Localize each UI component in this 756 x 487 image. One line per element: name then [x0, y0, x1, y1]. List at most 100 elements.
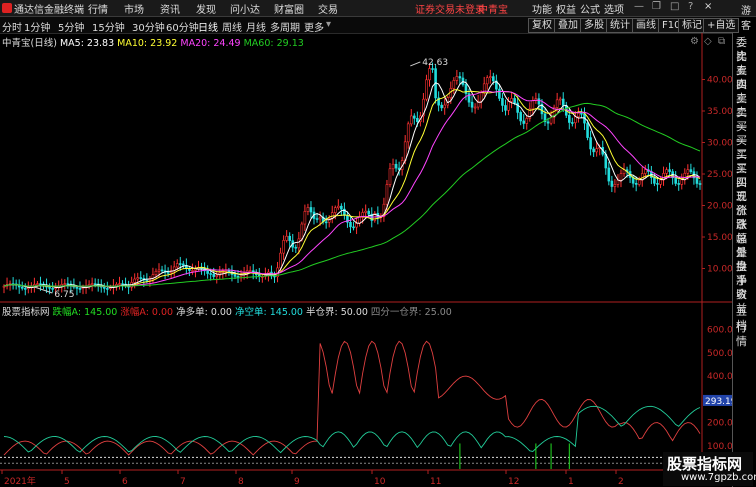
minimize-icon[interactable]: —: [634, 1, 644, 12]
menu-options[interactable]: 选项: [604, 1, 624, 16]
candle-body: [333, 207, 337, 213]
candle-body: [36, 283, 39, 285]
stock-name-header: 中青宝: [478, 5, 508, 16]
indicator-legend-item-4: 半仓界: 50.00: [302, 307, 368, 318]
period-15min[interactable]: 15分钟: [92, 19, 125, 34]
help-icon[interactable]: ?: [688, 1, 693, 12]
candle-body: [501, 98, 504, 106]
candle-body: [355, 223, 358, 228]
candle-body: [586, 122, 589, 138]
period-weekly[interactable]: 周线: [222, 19, 242, 34]
ma-legend-item-2: MA20: 24.49: [177, 38, 241, 49]
candle-body: [455, 76, 459, 81]
date-label-4: 8: [238, 477, 244, 487]
candle-body: [498, 88, 501, 99]
ma-legend-item-3: MA60: 29.13: [240, 38, 304, 49]
candle-body: [300, 223, 304, 240]
candle-body: [488, 76, 492, 79]
candle-body: [191, 270, 194, 272]
close-icon[interactable]: ×: [704, 1, 712, 12]
indicator-legend: 股票指标网 跌幅A: 145.00 涨幅A: 0.00 净多单: 0.00 净空…: [2, 304, 452, 318]
candle-body: [93, 283, 97, 285]
high-label: 42.63: [422, 58, 448, 68]
candle-body: [248, 270, 252, 272]
candle-body: [279, 252, 282, 269]
candle-body: [416, 117, 419, 122]
overlay-button[interactable]: 叠加: [554, 18, 582, 33]
period-1min[interactable]: 1分钟: [24, 19, 50, 34]
menu-ask[interactable]: 问小达: [230, 1, 260, 16]
side-tab-1[interactable]: 行情: [736, 321, 756, 349]
candle-body: [215, 274, 219, 277]
candle-body: [51, 288, 54, 290]
menu-wealth[interactable]: 财富圈: [274, 1, 304, 16]
candle-body: [513, 98, 516, 104]
candle-body: [568, 114, 571, 123]
candle-body: [674, 177, 677, 184]
settings-icon[interactable]: ⚙: [690, 36, 699, 47]
candle-body: [78, 288, 82, 290]
menu-trade[interactable]: 交易: [318, 1, 338, 16]
period-daily[interactable]: 日线: [198, 19, 218, 34]
candle-body: [510, 98, 513, 102]
indicator-legend-item-3: 净空单: 145.00: [231, 307, 303, 318]
candle-body: [166, 272, 170, 274]
ma-legend-item-1: MA10: 23.92: [114, 38, 178, 49]
menu-bar: 通达信金融终端 行情 市场 资讯 发现 问小达 财富圈 交易 证券交易未登录 中…: [0, 0, 756, 17]
mark-button[interactable]: 标记: [678, 18, 706, 33]
period-intraday[interactable]: 分时: [2, 19, 22, 34]
candle-body: [607, 167, 611, 182]
candle-body: [349, 221, 352, 228]
period-60min[interactable]: 60分钟: [166, 19, 199, 34]
menu-function[interactable]: 功能: [532, 1, 552, 16]
trade-login-alert[interactable]: 证券交易未登录: [415, 1, 485, 16]
add-favorite-button[interactable]: +自选: [703, 18, 740, 33]
ind-label-1: 500.0: [707, 349, 732, 359]
date-label-8: 12: [508, 477, 519, 487]
period-30min[interactable]: 30分钟: [132, 19, 165, 34]
period-more[interactable]: 更多: [304, 19, 324, 34]
ma60-line: [3, 102, 701, 287]
candle-body: [695, 177, 699, 184]
guest-label[interactable]: 游客: [741, 2, 756, 32]
kline-chart[interactable]: 40.00 35.00 30.00 25.00 20.00 15.00 10.00 600.0…: [0, 33, 732, 487]
ma-legend-item-0: MA5: 23.83: [59, 38, 115, 49]
period-multi[interactable]: 多周期: [270, 19, 300, 34]
candle-body: [643, 169, 647, 174]
multi-stock-button[interactable]: 多股: [580, 18, 608, 33]
period-toolbar: 分时 1分钟 5分钟 15分钟 30分钟 60分钟 日线 周线 月线 多周期 更…: [0, 17, 740, 34]
candle-body: [473, 106, 477, 109]
expand-icon[interactable]: ⧉: [718, 36, 725, 47]
period-5min[interactable]: 5分钟: [58, 19, 84, 34]
candle-body: [157, 269, 161, 272]
chevron-down-icon[interactable]: ▾: [326, 19, 331, 30]
restore-icon[interactable]: ❐: [652, 1, 661, 12]
menu-formula[interactable]: 公式: [580, 1, 600, 16]
candle-body: [282, 240, 285, 254]
candle-body: [39, 283, 42, 285]
stats-button[interactable]: 统计: [606, 18, 634, 33]
candle-body: [297, 238, 301, 249]
candle-body: [656, 183, 659, 185]
period-monthly[interactable]: 月线: [246, 19, 266, 34]
menu-discover[interactable]: 发现: [196, 1, 216, 16]
draw-line-button[interactable]: 画线: [632, 18, 660, 33]
menu-quote[interactable]: 行情: [88, 1, 108, 16]
ma5-line: [3, 81, 701, 289]
adjust-button[interactable]: 复权: [528, 18, 556, 33]
candle-body: [519, 112, 522, 122]
menu-market[interactable]: 市场: [124, 1, 144, 16]
watermark: 股票指标网 www.7gpzb.com: [663, 452, 756, 486]
menu-news[interactable]: 资讯: [160, 1, 180, 16]
maximize-icon[interactable]: □: [670, 1, 679, 12]
candle-body: [595, 148, 598, 153]
app-logo-icon: [2, 3, 12, 13]
candle-body: [145, 279, 149, 282]
lock-icon[interactable]: ◇: [704, 36, 712, 47]
candle-body: [555, 99, 559, 108]
candle-body: [90, 283, 94, 285]
candle-body: [665, 169, 668, 174]
menu-rights[interactable]: 权益: [556, 1, 576, 16]
chart-title: 中青宝(日线): [2, 38, 57, 49]
date-label-2: 6: [122, 477, 128, 487]
